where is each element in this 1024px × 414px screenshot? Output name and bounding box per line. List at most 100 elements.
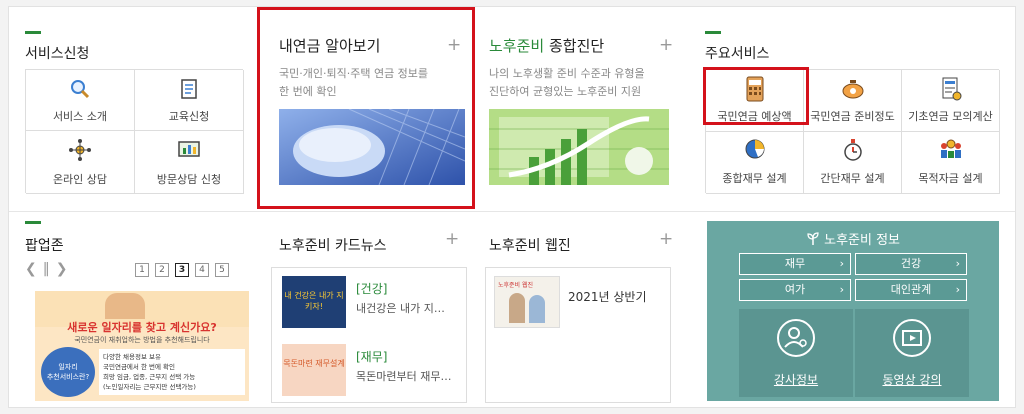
badge-line2: 추천서비스란? (46, 373, 90, 381)
chevron-right-icon: › (955, 283, 960, 296)
document-icon (940, 76, 962, 105)
finance-button[interactable]: 재무 › (739, 253, 851, 275)
purpose-fund-plan-button[interactable]: 목적자금 설계 (902, 132, 1000, 194)
service-intro-button[interactable]: 서비스 소개 (26, 70, 135, 131)
banner-people-illustration (105, 293, 145, 319)
total-financial-plan-button[interactable]: 종합재무 설계 (706, 132, 804, 194)
stopwatch-icon (842, 138, 864, 165)
webzine-thumbnail: 노후준비 웹진 (494, 276, 560, 328)
education-apply-label: 교육신청 (168, 110, 210, 123)
panel-accent-bar (25, 221, 41, 224)
row-divider (9, 211, 1015, 212)
pie-chart-icon (744, 138, 766, 163)
finance-label: 재무 (784, 257, 806, 270)
instructor-info-button[interactable]: 강사정보 (739, 309, 853, 397)
leisure-label: 여가 (784, 283, 806, 296)
chevron-right-icon: › (839, 283, 844, 296)
video-play-icon (893, 319, 931, 357)
retirement-info-panel: 노후준비 정보 재무 › 건강 › 여가 › 대인관계 › 강사정보 동영상 강의 (707, 221, 999, 401)
video-lecture-button[interactable]: 동영상 강의 (855, 309, 969, 397)
card-news-item[interactable]: 내 건강은 내가 지키자! [건강] 내건강은 내가 지… (272, 268, 468, 336)
basic-pension-calc-label: 기초연금 모의계산 (908, 110, 993, 123)
main-services-title: 주요서비스 (705, 46, 770, 62)
retirement-info-title: 노후준비 정보 (824, 233, 901, 248)
banner-badge: 일자리 추천서비스란? (41, 347, 95, 397)
piggy-bank-icon (840, 78, 866, 103)
main-dashboard: 서비스신청 서비스 소개 교육신청 온라인 상담 방문상담 신청 내연금 알아보… (8, 6, 1016, 408)
card-news-text: 내건강은 내가 지… (356, 302, 445, 315)
my-pension-highlight (257, 7, 475, 209)
popup-controls: ❮‖❯ (25, 261, 73, 277)
webzine-panel: 노후준비 웹진 + 노후준비 웹진 2021년 상반기 (479, 219, 679, 405)
notebook-icon (178, 78, 200, 103)
card-news-item[interactable]: 목돈마련 재무설계 [재무] 목돈마련부터 재무… (272, 336, 468, 404)
banner-bullet4: (노인일자리는 근무지만 선택가능) (103, 383, 196, 391)
card-news-panel: 노후준비 카드뉴스 + 내 건강은 내가 지키자! [건강] 내건강은 내가 지… (265, 219, 471, 405)
badge-line1: 일자리 (58, 363, 78, 371)
visit-consult-button[interactable]: 방문상담 신청 (135, 131, 244, 194)
online-consult-button[interactable]: 온라인 상담 (26, 131, 135, 194)
webzine-item-text: 2021년 상반기 (568, 290, 647, 304)
banner-bullet1: 다양한 채용정보 보유 (103, 353, 161, 361)
card-news-thumbnail: 내 건강은 내가 지키자! (282, 276, 346, 328)
retirement-diagnosis-panel[interactable]: 노후준비 종합진단 + 나의 노후생활 준비 수준과 유형을 진단하여 균형있는… (479, 17, 679, 197)
page-1-button[interactable]: 1 (135, 263, 149, 277)
diagnosis-more-button[interactable]: + (659, 37, 673, 54)
service-request-panel: 서비스신청 서비스 소개 교육신청 온라인 상담 방문상담 신청 (19, 17, 247, 197)
card-news-list: 내 건강은 내가 지키자! [건강] 내건강은 내가 지… 목돈마련 재무설계 … (271, 267, 467, 403)
instructor-info-label: 강사정보 (773, 373, 819, 387)
panel-accent-bar (705, 31, 721, 34)
pension-readiness-label: 국민연금 준비정도 (810, 110, 895, 123)
service-request-title: 서비스신청 (25, 46, 90, 62)
diagnosis-image[interactable] (489, 109, 669, 185)
network-icon (68, 139, 92, 164)
webzine-person-icon (529, 295, 545, 323)
leisure-button[interactable]: 여가 › (739, 279, 851, 301)
card-news-tag: [재무] (356, 350, 388, 364)
banner-bullet2: 국민연금에서 한 번에 확인 (103, 363, 175, 371)
diagnosis-description: 나의 노후생활 준비 수준과 유형을 진단하여 균형있는 노후준비 지원 (489, 65, 645, 101)
page-4-button[interactable]: 4 (195, 263, 209, 277)
webzine-list: 노후준비 웹진 2021년 상반기 (485, 267, 671, 403)
diagnosis-desc-line2: 진단하여 균형있는 노후준비 지원 (489, 85, 642, 98)
chevron-right-icon: › (955, 257, 960, 270)
card-news-more-button[interactable]: + (445, 231, 459, 248)
popup-banner[interactable]: 새로운 일자리를 찾고 계신가요? 국민연금이 재취업하는 방법을 추천해드립니… (35, 291, 249, 401)
page-2-button[interactable]: 2 (155, 263, 169, 277)
card-news-text: 목돈마련부터 재무… (356, 370, 452, 383)
next-arrow-icon[interactable]: ❯ (56, 261, 74, 277)
visit-consult-label: 방문상담 신청 (156, 173, 222, 186)
purpose-fund-plan-label: 목적자금 설계 (918, 172, 983, 185)
card-news-title: 노후준비 카드뉴스 (279, 235, 387, 255)
prev-arrow-icon[interactable]: ❮ (25, 261, 43, 277)
webzine-title: 노후준비 웹진 (489, 235, 571, 255)
simple-financial-plan-button[interactable]: 간단재무 설계 (804, 132, 902, 194)
pension-readiness-button[interactable]: 국민연금 준비정도 (804, 70, 902, 132)
retirement-diagnosis-title: 노후준비 종합진단 (489, 35, 604, 56)
basic-pension-calc-button[interactable]: 기초연금 모의계산 (902, 70, 1000, 132)
card-news-tag: [건강] (356, 282, 388, 296)
chevron-right-icon: › (839, 257, 844, 270)
webzine-more-button[interactable]: + (659, 231, 673, 248)
relationship-button[interactable]: 대인관계 › (855, 279, 967, 301)
diagnosis-title-green: 노후준비 (489, 37, 545, 55)
person-search-icon (777, 319, 815, 357)
webzine-item[interactable]: 노후준비 웹진 2021년 상반기 (486, 268, 672, 336)
pause-icon[interactable]: ‖ (43, 261, 56, 277)
webzine-title-green: 노후준비 (489, 238, 541, 254)
service-request-grid: 서비스 소개 교육신청 온라인 상담 방문상담 신청 (25, 69, 244, 194)
banner-headline: 새로운 일자리를 찾고 계신가요? (67, 321, 217, 334)
education-apply-button[interactable]: 교육신청 (135, 70, 244, 131)
page-3-button[interactable]: 3 (175, 263, 189, 277)
banner-bullets: 다양한 채용정보 보유 국민연금에서 한 번에 확인 희망 임금, 업종, 근무… (99, 349, 245, 395)
health-button[interactable]: 건강 › (855, 253, 967, 275)
page-5-button[interactable]: 5 (215, 263, 229, 277)
banner-subtitle: 국민연금이 재취업하는 방법을 추천해드립니다 (74, 336, 210, 344)
video-lecture-label: 동영상 강의 (882, 373, 942, 387)
webzine-thumb-text: 노후준비 웹진 (498, 282, 534, 289)
pension-estimate-highlight (703, 67, 809, 125)
diagnosis-desc-line1: 나의 노후생활 준비 수준과 유형을 (489, 67, 645, 80)
popup-zone-title: 팝업존 (25, 238, 64, 254)
sprout-icon (806, 232, 824, 248)
total-financial-plan-label: 종합재무 설계 (722, 172, 787, 185)
